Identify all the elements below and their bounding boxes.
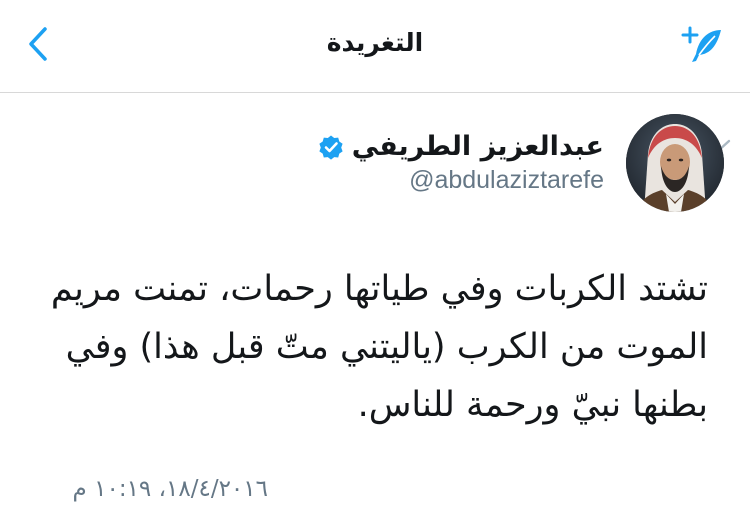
navigation-bar: التغريدة xyxy=(0,0,750,93)
name-row: عبدالعزيز الطريفي xyxy=(318,131,604,162)
avatar[interactable] xyxy=(626,114,724,212)
tweet-header: عبدالعزيز الطريفي @abdulaziztarefe xyxy=(0,92,750,232)
author-handle[interactable]: @abdulaziztarefe xyxy=(409,166,604,195)
compose-feather-icon xyxy=(679,24,725,68)
page-title: التغريدة xyxy=(326,28,424,57)
author-info: عبدالعزيز الطريفي @abdulaziztarefe xyxy=(318,131,604,195)
back-button[interactable] xyxy=(18,26,58,66)
tweet-text: تشتد الكربات وفي طياتها رحمات، تمنت مريم… xyxy=(50,269,708,425)
tweet-timestamp: ١٨/٤/٢٠١٦، ١٠:١٩ م xyxy=(72,476,268,502)
verified-badge-icon xyxy=(318,134,344,160)
tweet-author[interactable]: عبدالعزيز الطريفي @abdulaziztarefe xyxy=(318,114,724,212)
chevron-left-icon xyxy=(27,26,49,66)
author-display-name[interactable]: عبدالعزيز الطريفي xyxy=(352,131,604,162)
compose-tweet-button[interactable] xyxy=(678,24,726,68)
